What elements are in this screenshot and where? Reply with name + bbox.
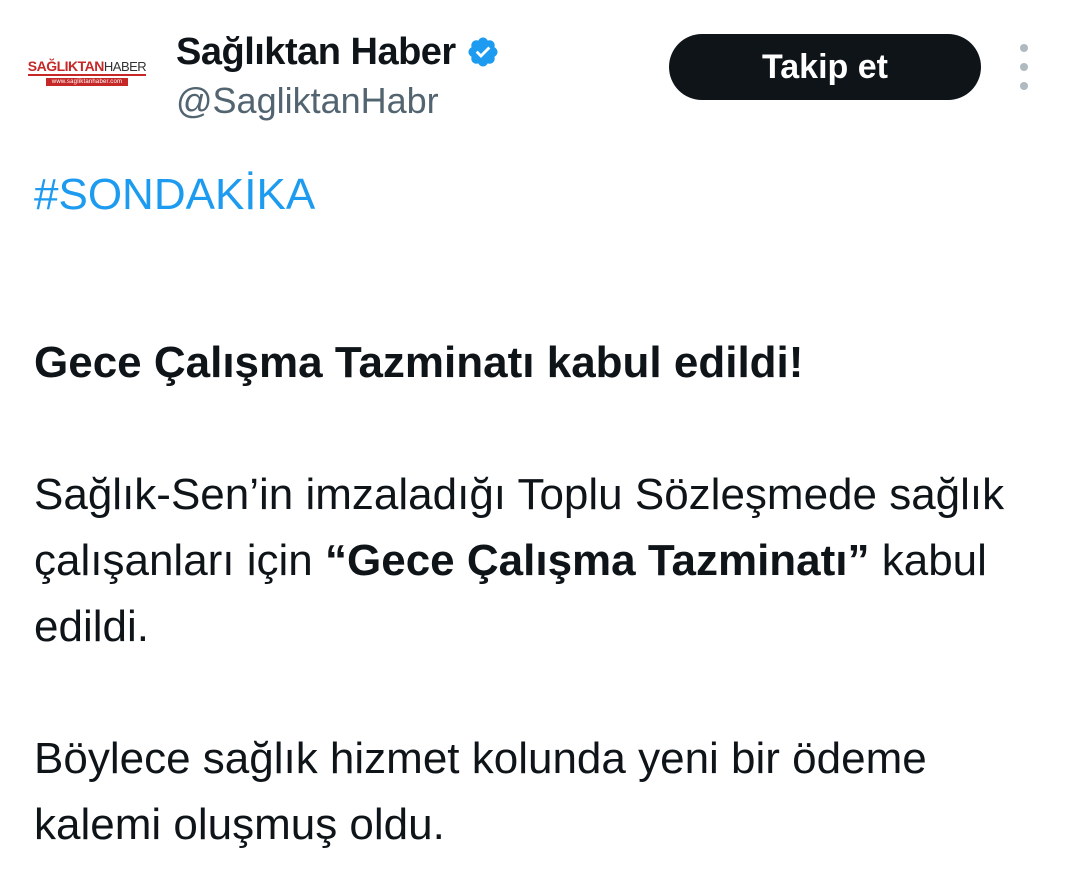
- tweet-paragraph-1: Sağlık-Sen’in imzaladığı Toplu Sözleşmed…: [34, 470, 1005, 651]
- account-handle[interactable]: @SagliktanHabr: [176, 80, 500, 122]
- hashtag-link[interactable]: #SONDAKİKA: [34, 162, 1044, 228]
- account-names: Sağlıktan Haber @SagliktanHabr: [176, 30, 500, 122]
- logo-wordmark: SAĞLIKTAN HABER: [27, 57, 147, 76]
- bold-phrase: “Gece Çalışma Tazminatı”: [325, 536, 870, 585]
- tweet-headline: Gece Çalışma Tazminatı kabul edildi!: [34, 338, 804, 387]
- tweet-text: #SONDAKİKA Gece Çalışma Tazminatı kabul …: [34, 162, 1044, 858]
- tweet-paragraph-2: Böylece sağlık hizmet kolunda yeni bir ö…: [34, 734, 927, 849]
- logo-url: www.sagliktanhaber.com: [45, 77, 129, 86]
- avatar[interactable]: SAĞLIKTAN HABER www.sagliktanhaber.com: [20, 30, 154, 114]
- more-vertical-icon[interactable]: [1008, 44, 1040, 90]
- tweet-header: SAĞLIKTAN HABER www.sagliktanhaber.com Sa…: [0, 0, 1080, 140]
- display-name[interactable]: Sağlıktan Haber: [176, 31, 456, 74]
- verified-badge-icon[interactable]: [466, 35, 500, 69]
- follow-button[interactable]: Takip et: [669, 34, 981, 100]
